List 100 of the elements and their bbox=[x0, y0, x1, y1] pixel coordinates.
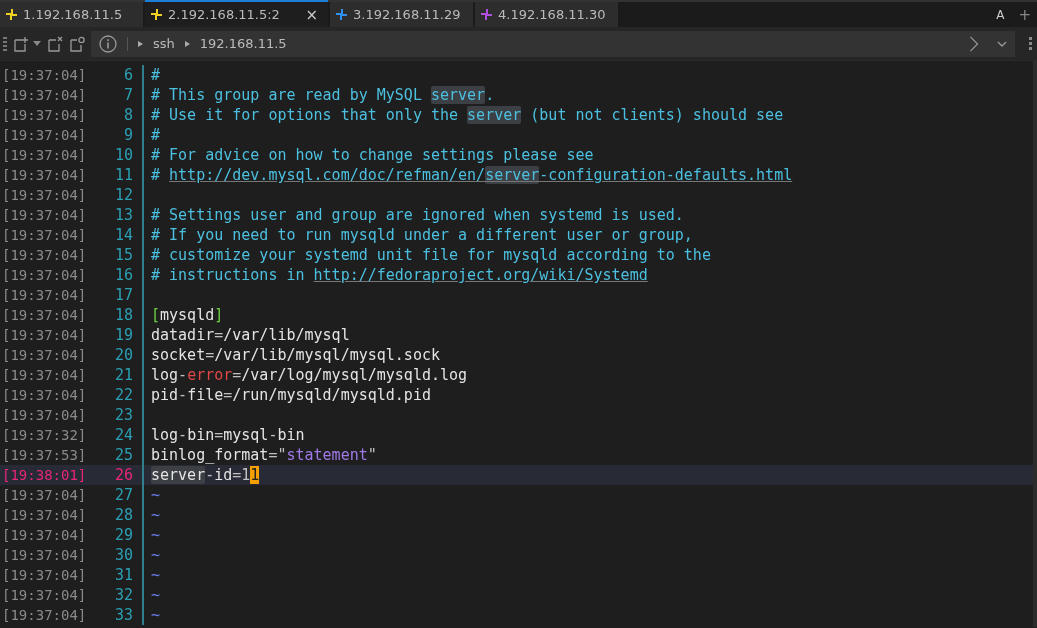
timestamp: [19:37:04] bbox=[1, 187, 88, 203]
grip-icon[interactable] bbox=[3, 36, 7, 51]
close-session-icon[interactable] bbox=[47, 35, 63, 52]
code-line: ~ bbox=[151, 546, 161, 564]
line-number: 13 bbox=[113, 206, 133, 224]
line-number: 25 bbox=[113, 446, 133, 464]
timestamp: [19:37:04] bbox=[1, 147, 88, 163]
line-number: 12 bbox=[113, 186, 133, 204]
timestamp: [19:37:04] bbox=[1, 127, 88, 143]
code-line: # If you need to run mysqld under a different user or group, bbox=[151, 226, 693, 244]
line-number: 21 bbox=[113, 366, 133, 384]
timestamp: [19:37:04] bbox=[1, 67, 88, 83]
code-line: datadir=/var/lib/mysql bbox=[151, 326, 350, 344]
timestamp: [19:37:04] bbox=[1, 287, 88, 303]
timestamp: [19:37:04] bbox=[1, 327, 88, 343]
caret-icon[interactable] bbox=[33, 41, 41, 46]
timestamp: [19:37:04] bbox=[1, 167, 88, 183]
code-line: # bbox=[151, 126, 161, 144]
timestamp: [19:37:04] bbox=[1, 387, 88, 403]
timestamp: [19:37:04] bbox=[1, 547, 88, 563]
line-number: 27 bbox=[113, 486, 133, 504]
timestamp: [19:37:04] bbox=[1, 227, 88, 243]
timestamp: [19:37:04] bbox=[1, 527, 88, 543]
code-line: [mysqld] bbox=[151, 306, 224, 324]
code-line: # For advice on how to change settings please see bbox=[151, 146, 594, 164]
code-line: socket=/var/lib/mysql/mysql.sock bbox=[151, 346, 440, 364]
breadcrumb-item[interactable]: 192.168.11.5 bbox=[199, 36, 287, 51]
code-line: ~ bbox=[151, 526, 161, 544]
line-number: 23 bbox=[113, 406, 133, 424]
line-number: 15 bbox=[113, 246, 133, 264]
line-number: 17 bbox=[113, 286, 133, 304]
line-number: 9 bbox=[122, 126, 133, 144]
session-tab[interactable]: 1.192.168.11.5 bbox=[0, 2, 143, 27]
address-bar[interactable]: ssh 192.168.11.5 bbox=[91, 30, 1015, 57]
line-number: 6 bbox=[122, 66, 133, 84]
font-button[interactable]: A bbox=[990, 2, 1011, 27]
code-line: # instructions in http://fedoraproject.org/wiki/Systemd bbox=[151, 266, 648, 284]
close-icon[interactable]: × bbox=[305, 5, 318, 24]
code-line: # Use it for options that only the server (but not clients) should see bbox=[151, 106, 784, 124]
line-number: 8 bbox=[122, 106, 133, 124]
line-number: 29 bbox=[113, 526, 133, 544]
code-line: ~ bbox=[151, 586, 161, 604]
line-number: 10 bbox=[113, 146, 133, 164]
timestamp: [19:37:04] bbox=[1, 267, 88, 283]
code-line: # Settings user and group are ignored when systemd is used. bbox=[151, 206, 684, 224]
timestamp: [19:37:53] bbox=[1, 447, 88, 463]
timestamp: [19:37:04] bbox=[1, 247, 88, 263]
add-tab-button[interactable]: + bbox=[1012, 2, 1037, 27]
code-line: ~ bbox=[151, 566, 161, 584]
timestamp: [19:37:04] bbox=[1, 367, 88, 383]
line-number: 32 bbox=[113, 586, 133, 604]
timestamp: [19:37:04] bbox=[1, 487, 88, 503]
timestamp: [19:37:04] bbox=[1, 87, 88, 103]
code-line: log-bin=mysql-bin bbox=[151, 426, 305, 444]
arrow-icon bbox=[184, 40, 190, 47]
code-line: # This group are read by MySQL server. bbox=[151, 86, 495, 104]
code-line: # bbox=[151, 66, 161, 84]
line-number: 26 bbox=[113, 466, 133, 484]
code-line: ~ bbox=[151, 606, 161, 624]
line-number: 16 bbox=[113, 266, 133, 284]
timestamp: [19:37:04] bbox=[1, 407, 88, 423]
timestamp: [19:37:04] bbox=[1, 507, 88, 523]
code-line: binlog_format="statement" bbox=[151, 446, 377, 464]
code-line: # http://dev.mysql.com/doc/refman/en/server-configuration-defaults.html bbox=[151, 166, 793, 184]
code-line: # customize your systemd unit file for mysqld according to the bbox=[151, 246, 711, 264]
info-icon[interactable] bbox=[99, 34, 117, 53]
line-number: 18 bbox=[113, 306, 133, 324]
timestamp: [19:37:04] bbox=[1, 347, 88, 363]
tab-label: 3.192.168.11.29 bbox=[353, 7, 461, 22]
line-number: 19 bbox=[113, 326, 133, 344]
line-number: 30 bbox=[113, 546, 133, 564]
timestamp: [19:37:32] bbox=[1, 427, 88, 443]
grip-icon[interactable] bbox=[1029, 36, 1033, 51]
code-line: pid-file=/run/mysqld/mysqld.pid bbox=[151, 386, 431, 404]
code-line: ~ bbox=[151, 506, 161, 524]
timestamp: [19:37:04] bbox=[1, 207, 88, 223]
tab-label: 1.192.168.11.5 bbox=[23, 7, 123, 22]
line-number: 33 bbox=[113, 606, 133, 624]
forward-icon[interactable] bbox=[969, 35, 979, 52]
line-number: 24 bbox=[113, 426, 133, 444]
dropdown-icon[interactable] bbox=[997, 40, 1007, 47]
tab-label: 4.192.168.11.30 bbox=[498, 7, 606, 22]
new-session-icon[interactable] bbox=[13, 35, 29, 52]
code-line: ~ bbox=[151, 486, 161, 504]
timestamp: [19:37:04] bbox=[1, 107, 88, 123]
line-number: 11 bbox=[113, 166, 133, 184]
breadcrumb-item[interactable]: ssh bbox=[153, 36, 175, 51]
line-number: 14 bbox=[113, 226, 133, 244]
line-number: 31 bbox=[113, 566, 133, 584]
session-tab[interactable]: 3.192.168.11.29 bbox=[330, 2, 473, 27]
timestamp: [19:38:01] bbox=[1, 467, 88, 483]
line-number: 20 bbox=[113, 346, 133, 364]
code-line: server-id=11 bbox=[151, 466, 260, 484]
timestamp: [19:37:04] bbox=[1, 567, 88, 583]
session-options-icon[interactable] bbox=[69, 35, 85, 52]
session-tab[interactable]: 4.192.168.11.30 bbox=[475, 2, 618, 27]
timestamp: [19:37:04] bbox=[1, 607, 88, 623]
arrow-icon bbox=[138, 40, 143, 47]
line-number: 7 bbox=[122, 86, 133, 104]
tab-label: 2.192.168.11.5:2 bbox=[168, 7, 280, 22]
